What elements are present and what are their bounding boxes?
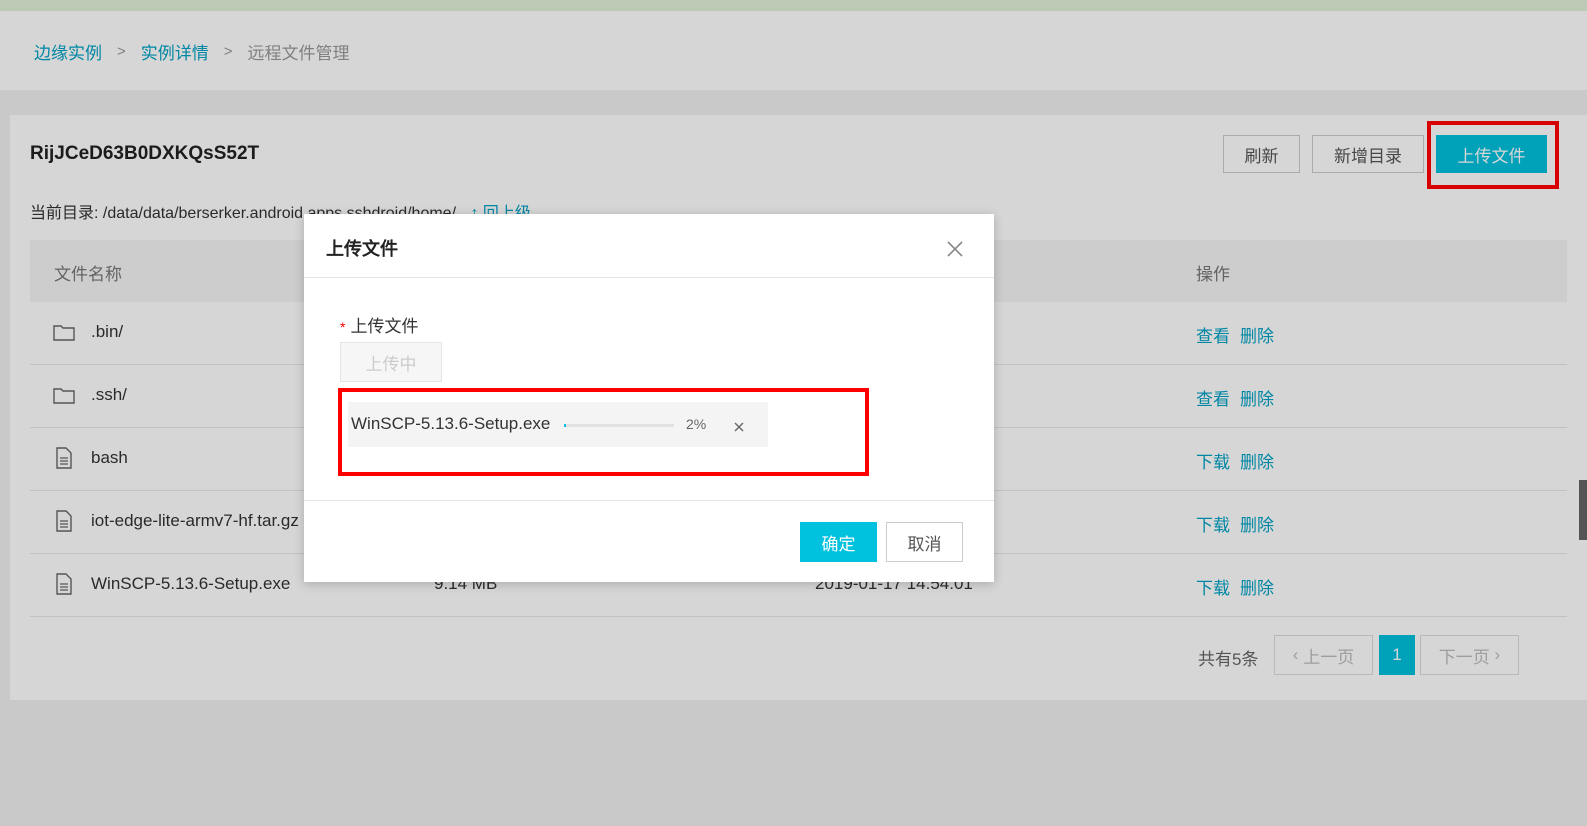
remove-file-icon[interactable] <box>732 420 746 434</box>
dialog-title: 上传文件 <box>326 239 398 259</box>
upload-progress-bar <box>564 424 674 427</box>
dialog-header: 上传文件 <box>304 214 994 278</box>
confirm-button[interactable]: 确定 <box>800 522 877 562</box>
cancel-button[interactable]: 取消 <box>886 522 963 562</box>
upload-file-item: WinSCP-5.13.6-Setup.exe 2% <box>348 402 768 447</box>
required-mark: * <box>340 319 346 335</box>
upload-file-name: WinSCP-5.13.6-Setup.exe <box>351 414 551 433</box>
close-icon[interactable] <box>944 238 966 260</box>
upload-field-text: 上传文件 <box>350 317 419 336</box>
upload-progress-fill <box>564 424 567 427</box>
upload-dialog: 上传文件 * 上传文件 上传中 WinSCP-5.13.6-Setup.exe 2… <box>304 214 994 582</box>
upload-progress-percent: 2% <box>686 416 707 432</box>
page-scrollbar[interactable] <box>1579 480 1587 540</box>
dialog-footer: 确定 取消 <box>304 500 994 582</box>
upload-field-label: * 上传文件 <box>340 312 418 337</box>
uploading-button[interactable]: 上传中 <box>340 342 442 382</box>
